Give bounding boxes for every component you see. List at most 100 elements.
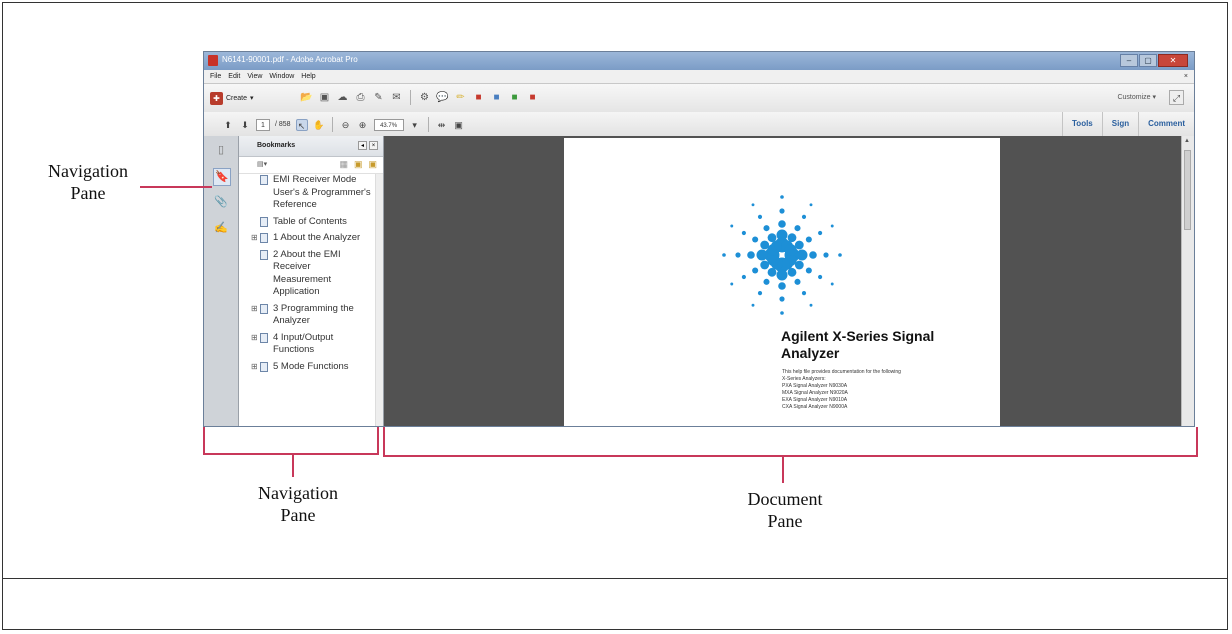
logo-dot — [794, 240, 804, 250]
bookmark-item[interactable]: ⊞ 4 Input/Output Functions — [239, 332, 375, 357]
menu-help[interactable]: Help — [301, 73, 315, 80]
menu-bar: File Edit View Window Help × — [204, 70, 1194, 84]
export-icon[interactable]: ■ — [508, 91, 521, 104]
body-line: EXA Signal Analyzer N9010A — [782, 397, 848, 403]
expand-plus-icon[interactable]: ⊞ — [251, 361, 258, 374]
title-bar[interactable]: N6141-90001.pdf - Adobe Acrobat Pro – ▢ … — [204, 52, 1194, 70]
bookmark-label: 3 Programming the Analyzer — [273, 302, 354, 327]
fit-page-icon[interactable]: ▣ — [453, 119, 465, 131]
save-icon[interactable]: ▣ — [318, 91, 331, 104]
zoom-out-icon[interactable]: ⊖ — [340, 119, 352, 131]
bookmark-item[interactable]: 2 About the EMI Receiver Measurement App… — [239, 249, 375, 299]
navigation-icon-strip: ▯ 🔖 📎 ✍ — [204, 136, 239, 426]
create-icon: ✚ — [210, 91, 223, 105]
email-icon[interactable]: ✉ — [390, 91, 403, 104]
logo-dot — [757, 291, 763, 296]
select-tool-icon[interactable]: ↖ — [295, 118, 308, 131]
bookmark-label: 2 About the EMI Receiver Measurement App… — [273, 248, 341, 298]
close-document-icon[interactable]: × — [1184, 73, 1194, 80]
signatures-icon[interactable]: ✍ — [213, 220, 229, 236]
print-icon[interactable]: ⎙ — [354, 91, 367, 104]
tab-tools[interactable]: Tools — [1062, 112, 1102, 136]
tab-sign[interactable]: Sign — [1101, 112, 1138, 136]
collapse-pane-icon[interactable]: ◂ — [358, 141, 367, 150]
zoom-in-icon[interactable]: ⊕ — [357, 119, 369, 131]
menu-file[interactable]: File — [210, 73, 221, 80]
expand-bookmark-icon[interactable]: ▣ — [368, 159, 377, 170]
menu-window[interactable]: Window — [269, 73, 294, 80]
previous-page-icon[interactable]: ⬆ — [222, 119, 234, 131]
comment-icon[interactable]: 💬 — [436, 91, 449, 104]
new-bookmark-icon[interactable]: ▣ — [354, 159, 363, 170]
delete-bookmark-icon[interactable]: ▦ — [339, 159, 348, 170]
scrollbar-thumb[interactable] — [1184, 150, 1191, 230]
highlight-icon[interactable]: ✏ — [454, 91, 467, 104]
create-button[interactable]: ✚ Create ▾ — [210, 90, 254, 106]
fullscreen-expand-icon[interactable]: ⤢ — [1169, 90, 1184, 105]
attachments-icon[interactable]: 📎 — [213, 194, 229, 210]
logo-dot — [741, 274, 746, 280]
logo-dot — [794, 225, 801, 232]
toolbar-separator — [427, 117, 429, 132]
bookmark-item[interactable]: ⊞ 3 Programming the Analyzer — [239, 303, 375, 328]
logo-dot — [780, 195, 784, 199]
bookmark-item[interactable]: EMI Receiver Mode User's & Programmer's … — [239, 174, 375, 212]
main-toolbar: ✚ Create ▾ 📂 ▣ ☁ ⎙ ✎ ✉ ⚙ 💬 ✏ ■ ■ ■ ■ Cus… — [204, 84, 1194, 113]
bookmark-label: 4 Input/Output Functions — [273, 331, 334, 356]
next-page-icon[interactable]: ⬇ — [239, 119, 251, 131]
open-icon[interactable]: 📂 — [300, 91, 313, 104]
edit-document-icon[interactable]: ✎ — [372, 91, 385, 104]
expand-plus-icon[interactable]: ⊞ — [251, 303, 258, 316]
page-navigation-controls: ⬆ ⬇ 1 / 858 ↖ ✋ ⊖ ⊕ 43.7% ▾ ⇹ ▣ — [222, 117, 465, 132]
bookmarks-icon[interactable]: 🔖 — [213, 168, 231, 186]
logo-dot — [760, 240, 770, 250]
navigation-pane-callout-label: Navigation Pane — [48, 161, 128, 203]
expand-plus-icon[interactable]: ⊞ — [251, 232, 258, 245]
maximize-button[interactable]: ▢ — [1139, 54, 1157, 67]
navigation-pane: Bookmarks ◂ × ▤▾ ▦ ▣ ▣ EMI Receiver Mode… — [239, 136, 384, 426]
logo-dot — [747, 251, 755, 259]
page-number-input[interactable]: 1 — [256, 118, 270, 131]
acrobat-app-icon — [208, 55, 218, 66]
navigation-pane-scrollbar[interactable] — [375, 174, 383, 426]
logo-dot — [757, 214, 763, 219]
logo-dot — [801, 291, 807, 296]
close-button[interactable]: ✕ — [1158, 54, 1188, 67]
combine-files-icon[interactable]: ■ — [490, 91, 503, 104]
menu-edit[interactable]: Edit — [228, 73, 240, 80]
page-thumbnails-icon[interactable]: ▯ — [213, 142, 229, 158]
logo-dot — [751, 203, 755, 207]
close-pane-icon[interactable]: × — [369, 141, 378, 150]
customize-dropdown[interactable]: Customize ▾ — [1117, 93, 1156, 101]
logo-dot — [730, 224, 734, 228]
expand-plus-icon[interactable]: ⊞ — [251, 332, 258, 345]
logo-dot — [784, 244, 797, 256]
logo-dot — [796, 249, 808, 261]
hand-tool-icon[interactable]: ✋ — [313, 119, 325, 131]
scroll-up-icon[interactable]: ▲ — [1184, 138, 1190, 144]
bookmark-label: EMI Receiver Mode User's & Programmer's … — [273, 174, 371, 210]
bookmark-item[interactable]: ⊞ 1 About the Analyzer — [239, 232, 375, 245]
bookmark-page-icon — [260, 249, 268, 260]
logo-dot — [830, 224, 834, 228]
acrobat-window: N6141-90001.pdf - Adobe Acrobat Pro – ▢ … — [203, 51, 1195, 427]
bookmark-item[interactable]: Table of Contents — [239, 216, 375, 229]
document-scrollbar[interactable]: ▲ — [1181, 136, 1194, 426]
tab-comment[interactable]: Comment — [1138, 112, 1194, 136]
menu-view[interactable]: View — [247, 73, 262, 80]
zoom-level-field[interactable]: 43.7% — [373, 118, 404, 131]
bookmark-label: Table of Contents — [273, 215, 347, 227]
fit-width-icon[interactable]: ⇹ — [436, 119, 448, 131]
bookmark-item[interactable]: ⊞ 5 Mode Functions — [239, 361, 375, 374]
options-dropdown-icon[interactable]: ▤▾ — [257, 160, 267, 168]
cloud-upload-icon[interactable]: ☁ — [336, 91, 349, 104]
sign-document-icon[interactable]: ■ — [526, 91, 539, 104]
stamp-icon[interactable]: ■ — [472, 91, 485, 104]
callout-line — [140, 186, 212, 188]
logo-dot — [730, 282, 734, 286]
logo-dot — [794, 260, 804, 270]
zoom-dropdown-icon[interactable]: ▾ — [409, 119, 421, 131]
settings-gear-icon[interactable]: ⚙ — [418, 91, 431, 104]
logo-dot — [722, 253, 726, 257]
minimize-button[interactable]: – — [1120, 54, 1138, 67]
